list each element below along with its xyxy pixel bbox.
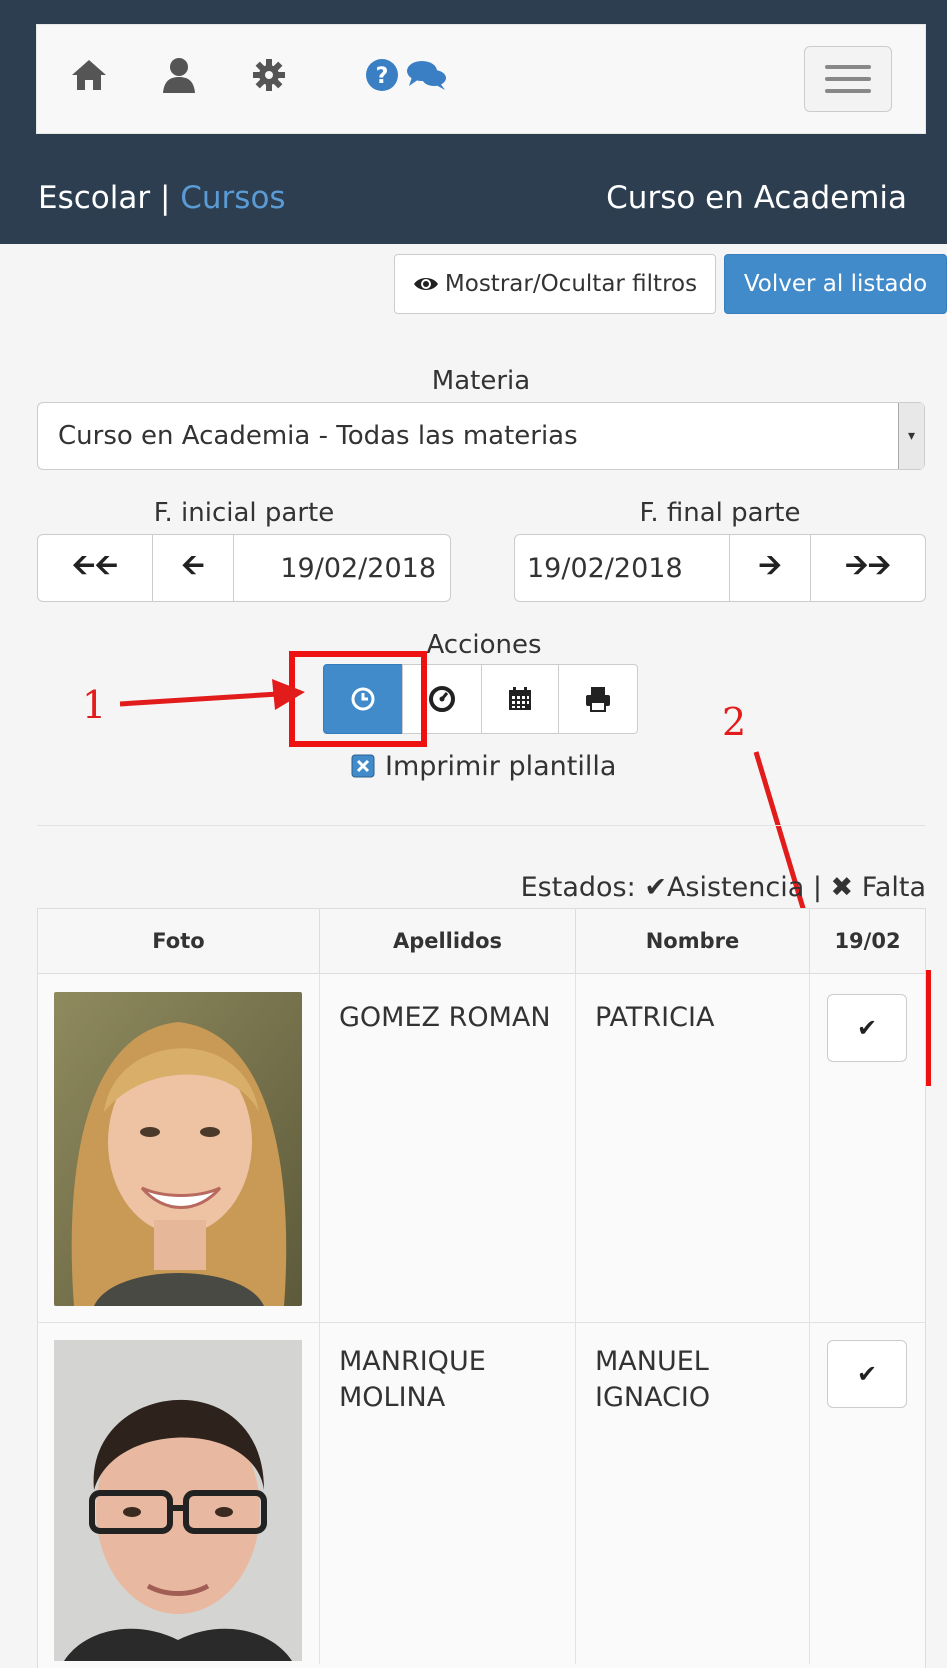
back-to-list-label: Volver al listado	[743, 271, 928, 297]
materia-select[interactable]: Curso en Academia - Todas las materias ▾	[37, 402, 925, 470]
check-icon: ✔	[856, 1360, 878, 1388]
start-date-back-week-button[interactable]: 🡨🡨	[37, 534, 153, 602]
materia-label: Materia	[431, 366, 531, 396]
breadcrumb-link-cursos[interactable]: Cursos	[180, 180, 285, 216]
toggle-filters-label: Mostrar/Ocultar filtros	[444, 271, 698, 297]
section-divider	[37, 825, 925, 826]
start-date-value: 19/02/2018	[280, 552, 436, 584]
column-header-nombre: Nombre	[575, 908, 810, 974]
annotation-number-1: 1	[82, 683, 107, 727]
gear-icon[interactable]	[246, 50, 292, 100]
end-date-forward-day-button[interactable]: 🡪	[729, 534, 811, 602]
student-apellidos: GOMEZ ROMAN	[339, 1002, 551, 1033]
student-nombre: MANUEL IGNACIO	[595, 1346, 711, 1413]
eye-icon	[413, 278, 438, 290]
start-date-label: F. inicial parte	[153, 498, 335, 528]
svg-text:?: ?	[376, 64, 389, 89]
arrow-right-icon: 🡪	[758, 548, 782, 581]
calendar-button[interactable]	[481, 664, 559, 734]
column-header-foto: Foto	[37, 908, 320, 974]
arrow-left-icon: 🡨	[181, 548, 205, 581]
double-arrow-left-icon: 🡨🡨	[72, 548, 118, 581]
toggle-filters-button[interactable]: Mostrar/Ocultar filtros	[394, 254, 716, 314]
calendar-icon	[509, 687, 531, 710]
times-icon: ✖	[830, 872, 854, 903]
close-square-icon	[351, 754, 375, 778]
legend-separator: |	[812, 872, 822, 903]
legend-absence: Falta	[861, 872, 926, 903]
print-icon	[586, 687, 610, 712]
column-header-apellidos: Apellidos	[319, 908, 576, 974]
print-template-option[interactable]: Imprimir plantilla	[351, 748, 616, 784]
double-arrow-right-icon: 🡪🡪	[845, 548, 891, 581]
annotation-number-2: 2	[722, 700, 747, 744]
attendance-toggle-button[interactable]: ✔	[827, 1340, 907, 1408]
student-photo	[54, 1340, 302, 1661]
breadcrumb-separator: |	[150, 180, 181, 216]
student-nombre: PATRICIA	[595, 1002, 715, 1033]
end-date-input[interactable]: 19/02/2018	[514, 534, 730, 602]
student-photo	[54, 992, 302, 1306]
menu-toggle-button[interactable]	[804, 46, 892, 112]
back-to-list-button[interactable]: Volver al listado	[724, 254, 947, 314]
dashboard-gauge-icon	[429, 686, 455, 712]
print-button[interactable]	[558, 664, 638, 734]
print-template-label: Imprimir plantilla	[385, 750, 617, 782]
chat-icon[interactable]	[404, 50, 450, 100]
legend-prefix: Estados:	[520, 872, 636, 903]
help-icon[interactable]: ?	[362, 50, 402, 100]
check-icon: ✔	[856, 1014, 878, 1042]
start-date-back-day-button[interactable]: 🡨	[152, 534, 234, 602]
end-date-value: 19/02/2018	[527, 552, 683, 584]
caret-down-icon: ▾	[898, 403, 924, 469]
page-title: Curso en Academia	[606, 180, 907, 216]
end-date-label: F. final parte	[639, 498, 801, 528]
home-icon[interactable]	[66, 50, 112, 100]
materia-selected-value: Curso en Academia - Todas las materias	[58, 421, 578, 451]
column-header-date: 19/02	[809, 908, 926, 974]
legend-attendance: Asistencia	[666, 872, 805, 903]
start-date-input[interactable]: 19/02/2018	[233, 534, 451, 602]
check-icon: ✔	[644, 872, 667, 903]
breadcrumb-section: Escolar	[38, 180, 151, 216]
student-apellidos: MANRIQUE MOLINA	[339, 1346, 486, 1413]
annotation-arrow-1	[119, 679, 305, 710]
user-icon[interactable]	[156, 50, 202, 100]
attendance-toggle-button[interactable]: ✔	[827, 994, 907, 1062]
breadcrumb: Escolar | Cursos	[38, 180, 286, 216]
status-legend: Estados: ✔Asistencia | ✖ Falta	[521, 872, 926, 903]
end-date-forward-week-button[interactable]: 🡪🡪	[810, 534, 926, 602]
